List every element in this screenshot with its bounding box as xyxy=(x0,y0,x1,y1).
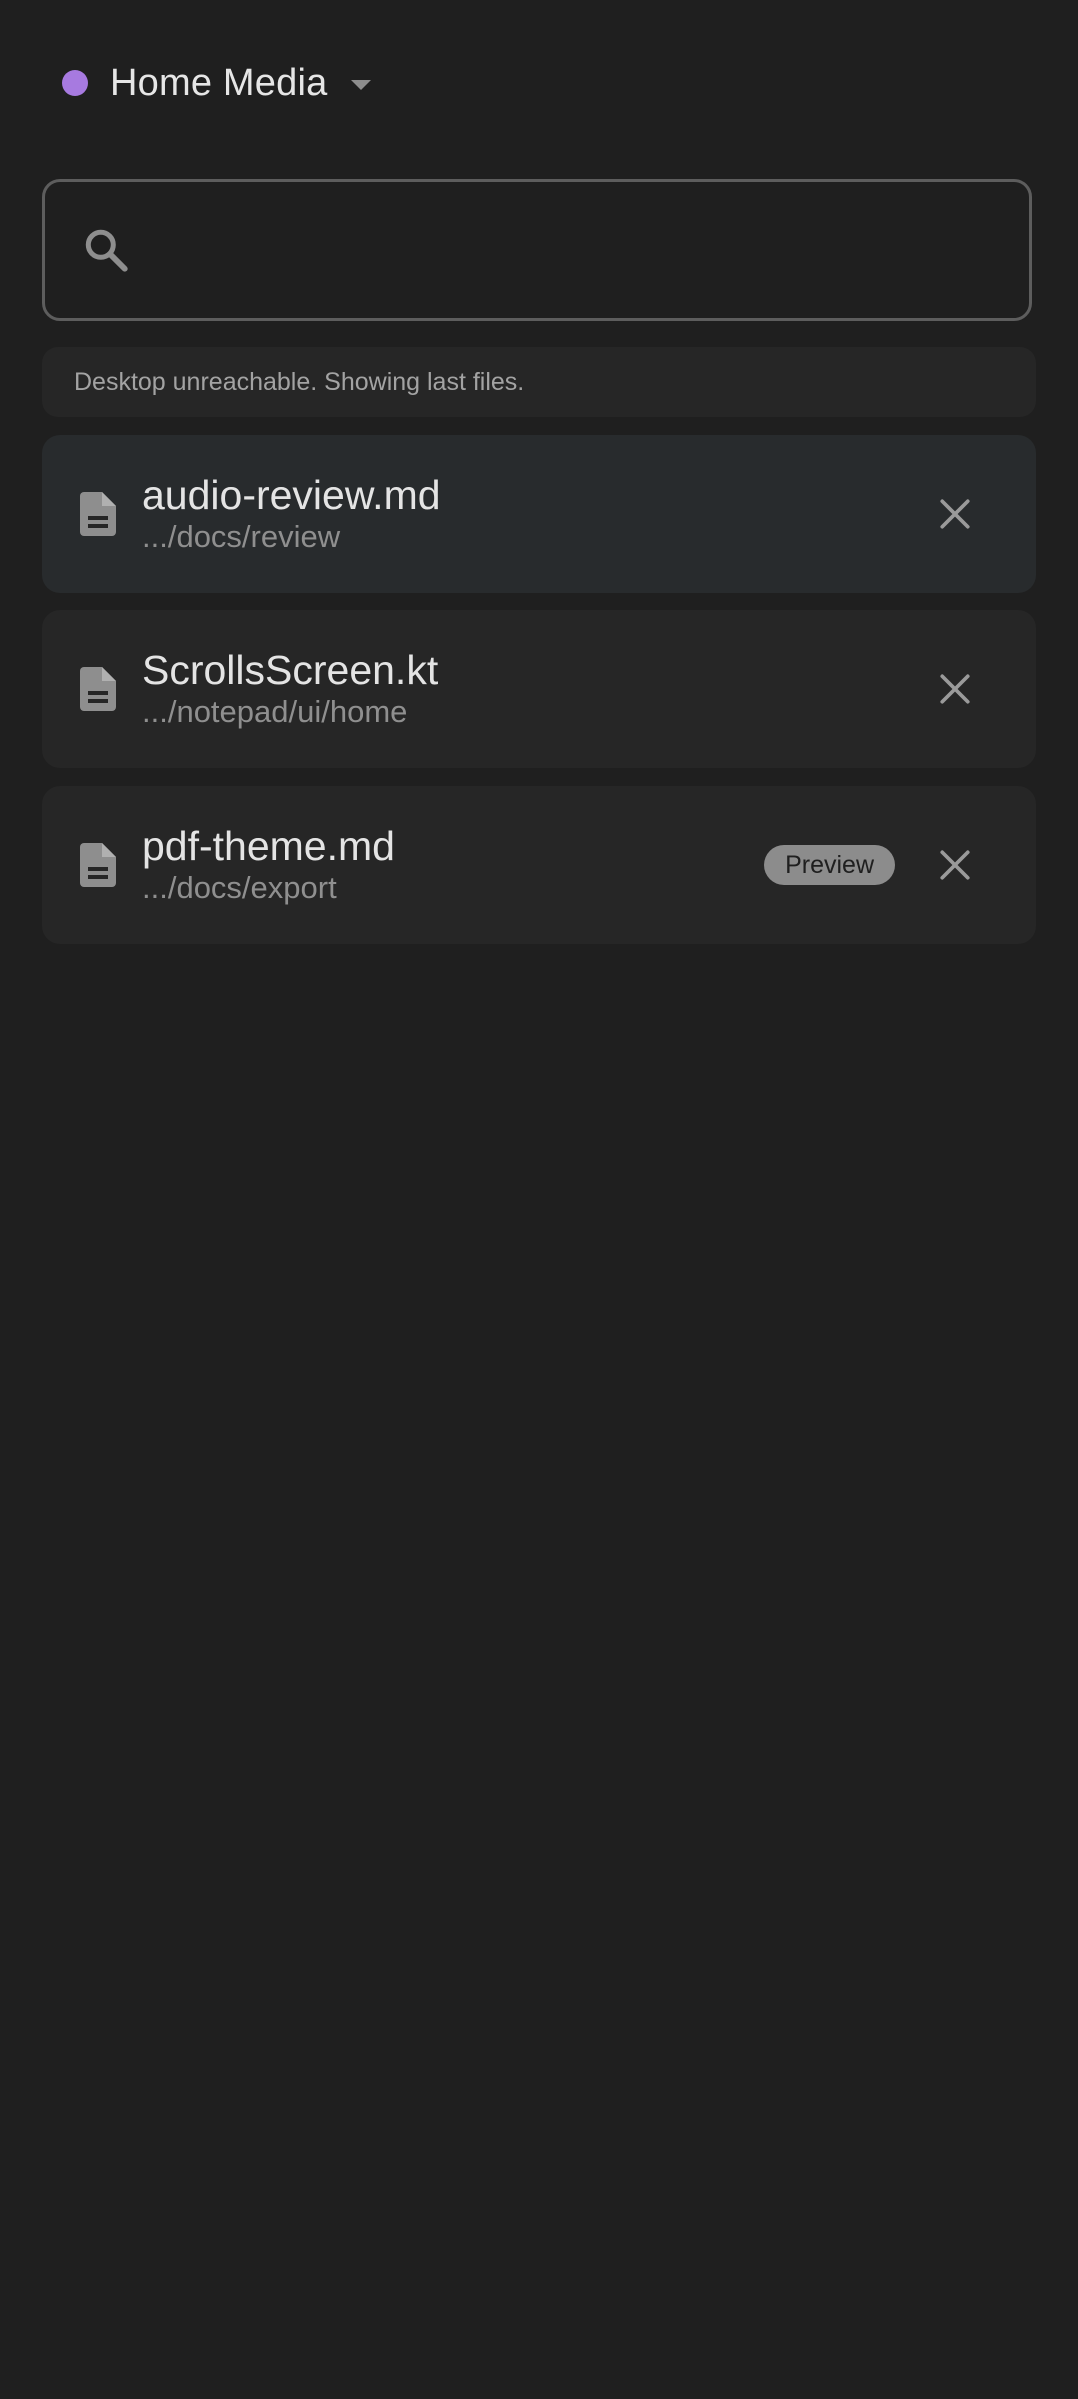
file-item[interactable]: audio-review.md .../docs/review xyxy=(42,435,1036,593)
document-icon xyxy=(78,491,118,537)
file-path: .../notepad/ui/home xyxy=(142,694,408,729)
dropdown-arrow-icon xyxy=(351,80,372,90)
close-icon xyxy=(940,674,970,704)
search-input[interactable] xyxy=(151,181,999,319)
remove-file-button[interactable] xyxy=(931,490,979,538)
close-icon xyxy=(940,499,970,529)
status-dot xyxy=(62,70,88,96)
file-name: pdf-theme.md xyxy=(142,823,395,869)
file-name: ScrollsScreen.kt xyxy=(142,647,439,693)
file-text: ScrollsScreen.kt .../notepad/ui/home xyxy=(142,647,931,731)
remove-file-button[interactable] xyxy=(931,841,979,889)
device-selector[interactable]: Home Media xyxy=(62,58,372,108)
close-icon xyxy=(940,850,970,880)
remove-file-button[interactable] xyxy=(931,665,979,713)
file-text: pdf-theme.md .../docs/export xyxy=(142,823,764,907)
document-icon xyxy=(78,666,118,712)
preview-badge: Preview xyxy=(764,845,895,885)
file-text: audio-review.md .../docs/review xyxy=(142,472,931,556)
file-item[interactable]: ScrollsScreen.kt .../notepad/ui/home xyxy=(42,610,1036,768)
document-icon xyxy=(78,842,118,888)
search-icon xyxy=(79,223,133,277)
banner-text: Desktop unreachable. Showing last files. xyxy=(74,367,525,396)
search-box[interactable] xyxy=(42,179,1032,321)
device-name: Home Media xyxy=(110,61,328,104)
file-path: .../docs/export xyxy=(142,870,337,905)
file-item[interactable]: pdf-theme.md .../docs/export Preview xyxy=(42,786,1036,944)
file-path: .../docs/review xyxy=(142,519,341,554)
file-name: audio-review.md xyxy=(142,472,441,518)
offline-banner: Desktop unreachable. Showing last files. xyxy=(42,347,1036,417)
